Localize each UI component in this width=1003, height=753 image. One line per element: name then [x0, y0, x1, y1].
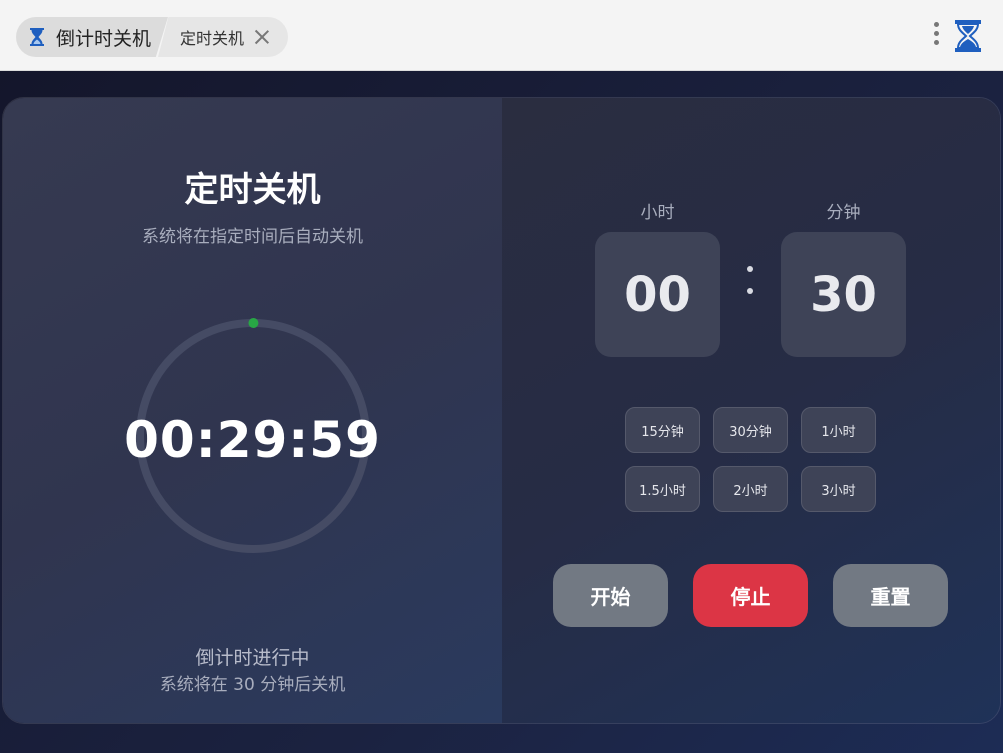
countdown-panel: 定时关机 系统将在指定时间后自动关机 00:29:59 倒计时进行中 系统将在 …	[3, 98, 502, 723]
settings-panel: 小时 分钟 00 30 15分钟 30分钟 1小时 1.5小时 2小时 3小时 …	[502, 98, 1000, 723]
preset-1h-button[interactable]: 1小时	[801, 407, 876, 453]
reset-button[interactable]: 重置	[833, 564, 948, 627]
page-subtitle: 系统将在指定时间后自动关机	[142, 227, 363, 247]
page-tab[interactable]: 定时关机	[158, 17, 288, 57]
stop-button[interactable]: 停止	[693, 564, 808, 627]
countdown-display: 00:29:59	[124, 411, 381, 469]
hours-label: 小时	[640, 203, 675, 223]
minutes-label: 分钟	[826, 203, 861, 223]
app-tab-label: 倒计时关机	[56, 27, 152, 50]
timer-card: 定时关机 系统将在指定时间后自动关机 00:29:59 倒计时进行中 系统将在 …	[2, 97, 1001, 724]
preset-2h-button[interactable]: 2小时	[713, 466, 788, 512]
hourglass-logo-icon	[955, 20, 981, 52]
page-title: 定时关机	[184, 170, 321, 210]
time-separator	[746, 266, 754, 306]
hourglass-icon	[30, 28, 44, 46]
status-detail: 系统将在 30 分钟后关机	[159, 675, 346, 695]
preset-3h-button[interactable]: 3小时	[801, 466, 876, 512]
preset-15min-button[interactable]: 15分钟	[625, 407, 700, 453]
close-icon[interactable]	[254, 29, 270, 45]
preset-1-5h-button[interactable]: 1.5小时	[625, 466, 700, 512]
minutes-input[interactable]: 30	[781, 232, 906, 357]
status-text: 倒计时进行中	[195, 647, 310, 669]
app-tab[interactable]: 倒计时关机	[16, 17, 168, 57]
kebab-menu-icon[interactable]	[930, 22, 942, 50]
hours-input[interactable]: 00	[595, 232, 720, 357]
preset-30min-button[interactable]: 30分钟	[713, 407, 788, 453]
start-button[interactable]: 开始	[553, 564, 668, 627]
page-tab-label: 定时关机	[180, 29, 245, 48]
title-bar: 倒计时关机 定时关机	[0, 0, 1003, 71]
